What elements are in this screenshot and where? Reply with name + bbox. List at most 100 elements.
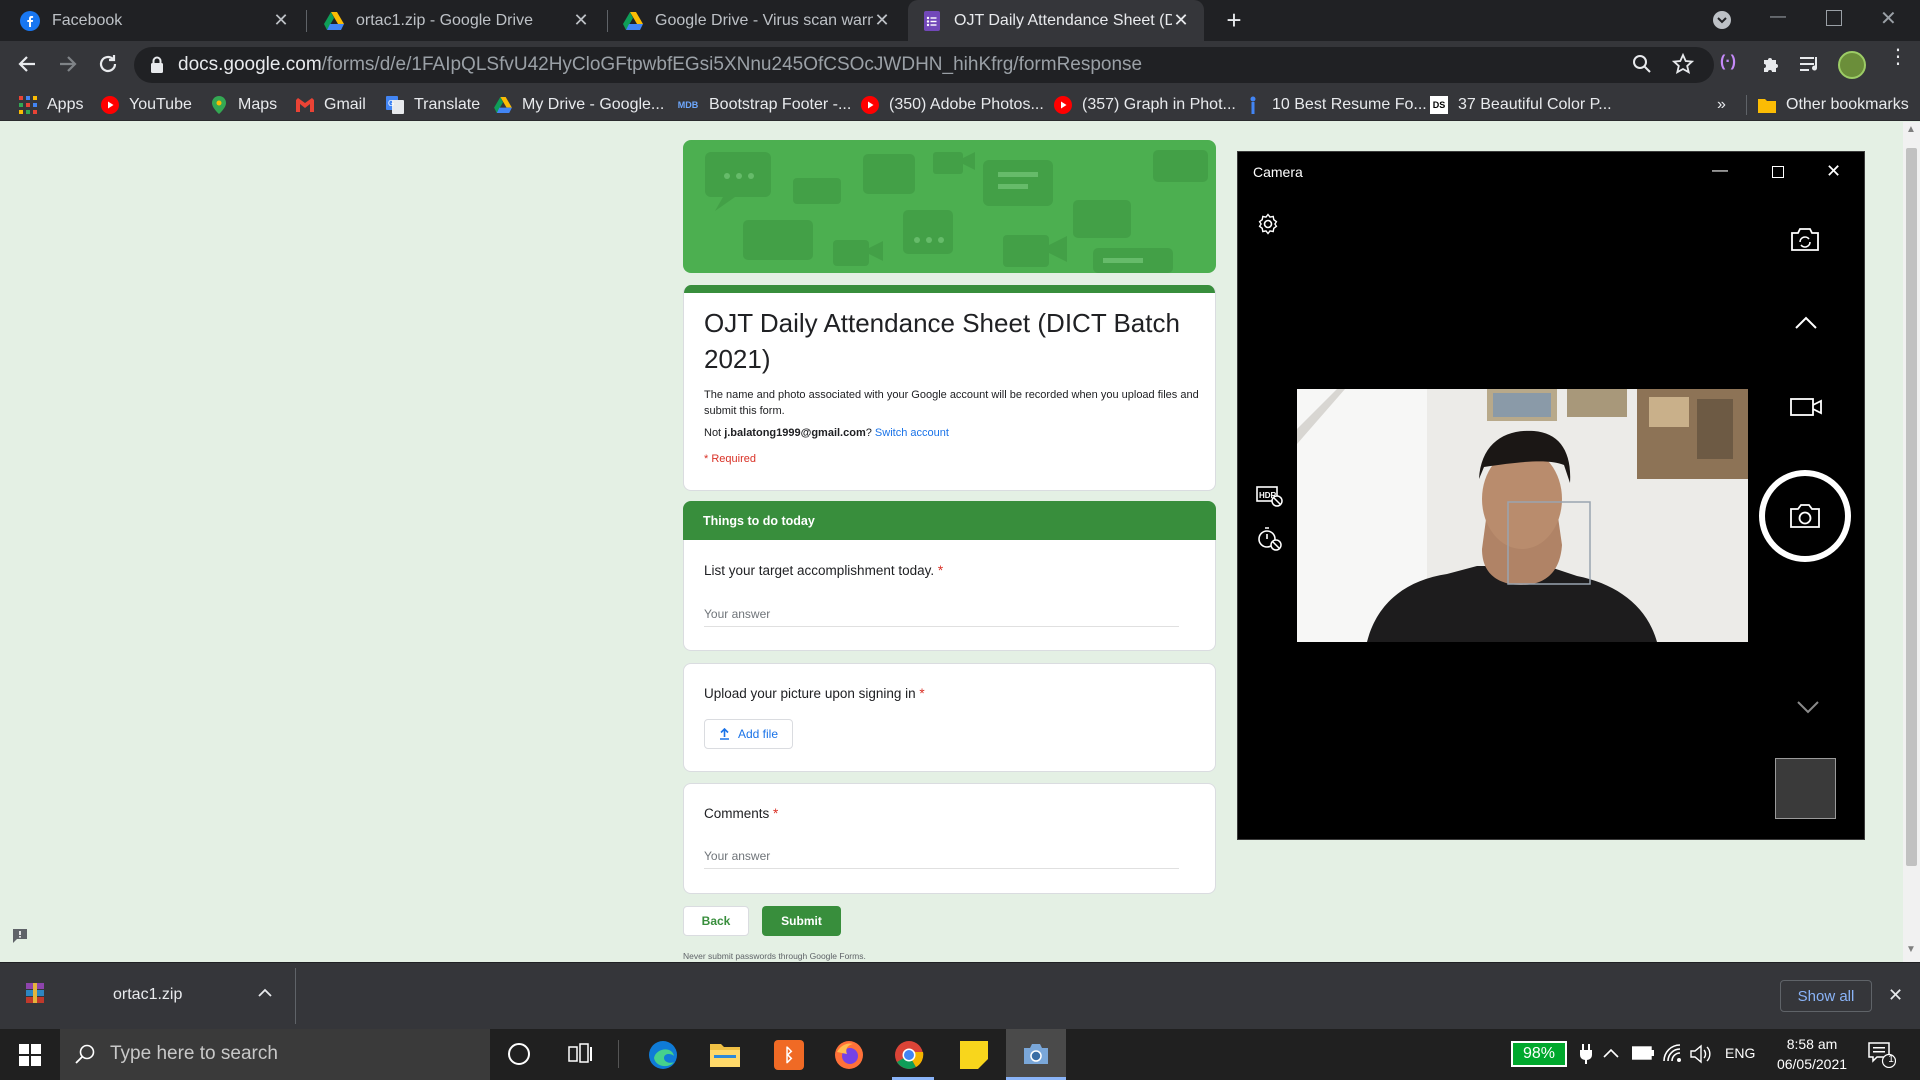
clock-time: 8:58 am [1786, 1036, 1838, 1052]
show-all-button[interactable]: Show all [1780, 980, 1872, 1012]
shutter-button[interactable] [1759, 470, 1851, 562]
feedback-icon[interactable] [12, 928, 28, 944]
minimize-icon[interactable]: — [1770, 8, 1786, 28]
download-bar-close-icon[interactable]: ✕ [1888, 985, 1903, 1006]
menu-kebab-icon[interactable]: ⋮ [1888, 47, 1908, 67]
extensions-puzzle-icon[interactable] [1760, 53, 1782, 75]
profile-avatar[interactable] [1838, 51, 1866, 79]
clock[interactable]: 8:58 am 06/05/2021 [1774, 1034, 1850, 1074]
tab-drive-virus[interactable]: Google Drive - Virus scan warning ✕ [609, 0, 905, 41]
required-asterisk: * [919, 686, 925, 701]
last-photo-thumbnail[interactable] [1775, 758, 1836, 819]
window-close-icon[interactable]: ✕ [1880, 6, 1897, 31]
download-filename[interactable]: ortac1.zip [113, 986, 182, 1004]
hdr-off-icon[interactable]: HDR [1256, 484, 1284, 508]
switch-camera-icon[interactable] [1789, 226, 1821, 254]
file-explorer-icon[interactable] [710, 1041, 740, 1067]
url-text[interactable]: docs.google.com/forms/d/e/1FAIpQLSfvU42H… [178, 53, 1142, 77]
extension-signal-icon[interactable]: (·) [1720, 53, 1736, 71]
timer-off-icon[interactable] [1256, 525, 1284, 553]
back-arrow-icon[interactable] [16, 53, 38, 75]
firefox-icon[interactable] [834, 1040, 864, 1070]
bookmark-adobe-photoshop[interactable]: (350) Adobe Photos... [861, 89, 1044, 121]
close-icon[interactable]: ✕ [1172, 10, 1190, 30]
download-chevron-up-icon[interactable] [258, 988, 272, 998]
camera-minimize-icon[interactable]: — [1712, 162, 1728, 180]
bookmark-label: Translate [414, 96, 481, 113]
volume-icon[interactable] [1690, 1044, 1714, 1064]
task-view-icon[interactable] [568, 1043, 592, 1065]
svg-text:G: G [388, 99, 394, 108]
google-drive-icon [623, 11, 643, 31]
translate-icon: G [386, 96, 404, 114]
tab-ojt-form[interactable]: OJT Daily Attendance Sheet (DICT Batch 2… [908, 0, 1204, 41]
section-title: Things to do today [703, 514, 815, 528]
zoom-search-icon[interactable] [1632, 54, 1652, 74]
settings-gear-icon[interactable] [1256, 212, 1280, 236]
scroll-down-icon[interactable]: ▼ [1906, 944, 1916, 955]
sticky-notes-icon[interactable] [960, 1041, 988, 1069]
close-icon[interactable]: ✕ [272, 10, 290, 30]
tab-title: Google Drive - Virus scan warning [655, 11, 873, 29]
forward-arrow-icon[interactable] [57, 53, 79, 75]
tab-search-icon[interactable] [1712, 10, 1732, 30]
xampp-icon[interactable]: ᛒ [774, 1040, 804, 1070]
video-mode-icon[interactable] [1790, 397, 1822, 417]
battery-icon[interactable] [1632, 1046, 1654, 1060]
lock-icon[interactable] [150, 56, 164, 73]
camera-close-icon[interactable]: ✕ [1826, 161, 1841, 182]
camera-maximize-icon[interactable] [1772, 166, 1784, 178]
accomplishment-input[interactable]: Your answer [704, 607, 1179, 627]
maps-pin-icon [210, 96, 228, 114]
other-bookmarks[interactable]: Other bookmarks [1758, 89, 1909, 121]
bookmark-apps[interactable]: Apps [19, 89, 83, 121]
camera-app-icon [1022, 1042, 1050, 1066]
reload-icon[interactable] [97, 53, 119, 75]
bookmark-graph-photoshop[interactable]: (357) Graph in Phot... [1054, 89, 1236, 121]
submit-button[interactable]: Submit [762, 906, 841, 936]
bookmark-translate[interactable]: G Translate [386, 89, 480, 121]
new-tab-icon[interactable]: + [1222, 6, 1246, 34]
language-indicator[interactable]: ENG [1725, 1045, 1755, 1061]
scrollbar-thumb[interactable] [1906, 148, 1917, 866]
add-file-button[interactable]: Add file [704, 719, 793, 749]
comments-input[interactable]: Your answer [704, 849, 1179, 869]
wifi-icon[interactable] [1662, 1043, 1684, 1063]
bookmark-color-palettes[interactable]: DS 37 Beautiful Color P... [1430, 89, 1612, 121]
tray-chevron-up-icon[interactable] [1603, 1048, 1619, 1058]
chrome-icon[interactable] [894, 1040, 924, 1070]
scroll-up-icon[interactable]: ▲ [1906, 124, 1916, 135]
question-label: Upload your picture upon signing in * [704, 686, 925, 701]
close-icon[interactable]: ✕ [873, 10, 891, 30]
edge-icon[interactable] [648, 1040, 678, 1070]
bookmark-my-drive[interactable]: My Drive - Google... [494, 89, 664, 121]
question-text: Comments [704, 806, 770, 821]
switch-account-link[interactable]: Switch account [875, 427, 949, 439]
back-button[interactable]: Back [683, 906, 749, 936]
power-plug-icon[interactable] [1580, 1044, 1592, 1064]
windows-start-icon[interactable] [19, 1044, 41, 1066]
cortana-icon[interactable] [508, 1043, 530, 1065]
bookmarks-overflow-icon[interactable]: » [1717, 89, 1726, 121]
star-icon[interactable] [1672, 53, 1694, 75]
bookmark-youtube[interactable]: YouTube [101, 89, 192, 121]
close-icon[interactable]: ✕ [572, 10, 590, 30]
tab-title: OJT Daily Attendance Sheet (DICT Batch 2… [954, 11, 1172, 29]
form-title: OJT Daily Attendance Sheet (DICT Batch 2… [704, 308, 1180, 374]
apps-grid-icon [19, 96, 37, 114]
bookmark-gmail[interactable]: Gmail [296, 89, 366, 121]
tab-drive-zip[interactable]: ortac1.zip - Google Drive ✕ [308, 0, 604, 41]
chevron-up-icon[interactable] [1794, 316, 1818, 330]
bookmark-resume[interactable]: 10 Best Resume Fo... [1244, 89, 1427, 121]
chevron-down-icon[interactable] [1796, 700, 1820, 714]
url-path: /forms/d/e/1FAIpQLSfvU42HyCloGFtpwbfEGsi… [321, 54, 1143, 75]
taskbar-search-placeholder: Type here to search [110, 1043, 278, 1064]
media-queue-icon[interactable] [1800, 55, 1822, 73]
question-label: List your target accomplishment today. * [704, 563, 943, 578]
battery-percent[interactable]: 98% [1511, 1041, 1567, 1067]
restore-icon[interactable] [1826, 10, 1842, 26]
bookmark-bootstrap[interactable]: MDB Bootstrap Footer -... [677, 89, 852, 121]
bookmark-maps[interactable]: Maps [210, 89, 277, 121]
tab-facebook[interactable]: Facebook ✕ [0, 0, 304, 41]
resume-icon [1244, 96, 1262, 114]
